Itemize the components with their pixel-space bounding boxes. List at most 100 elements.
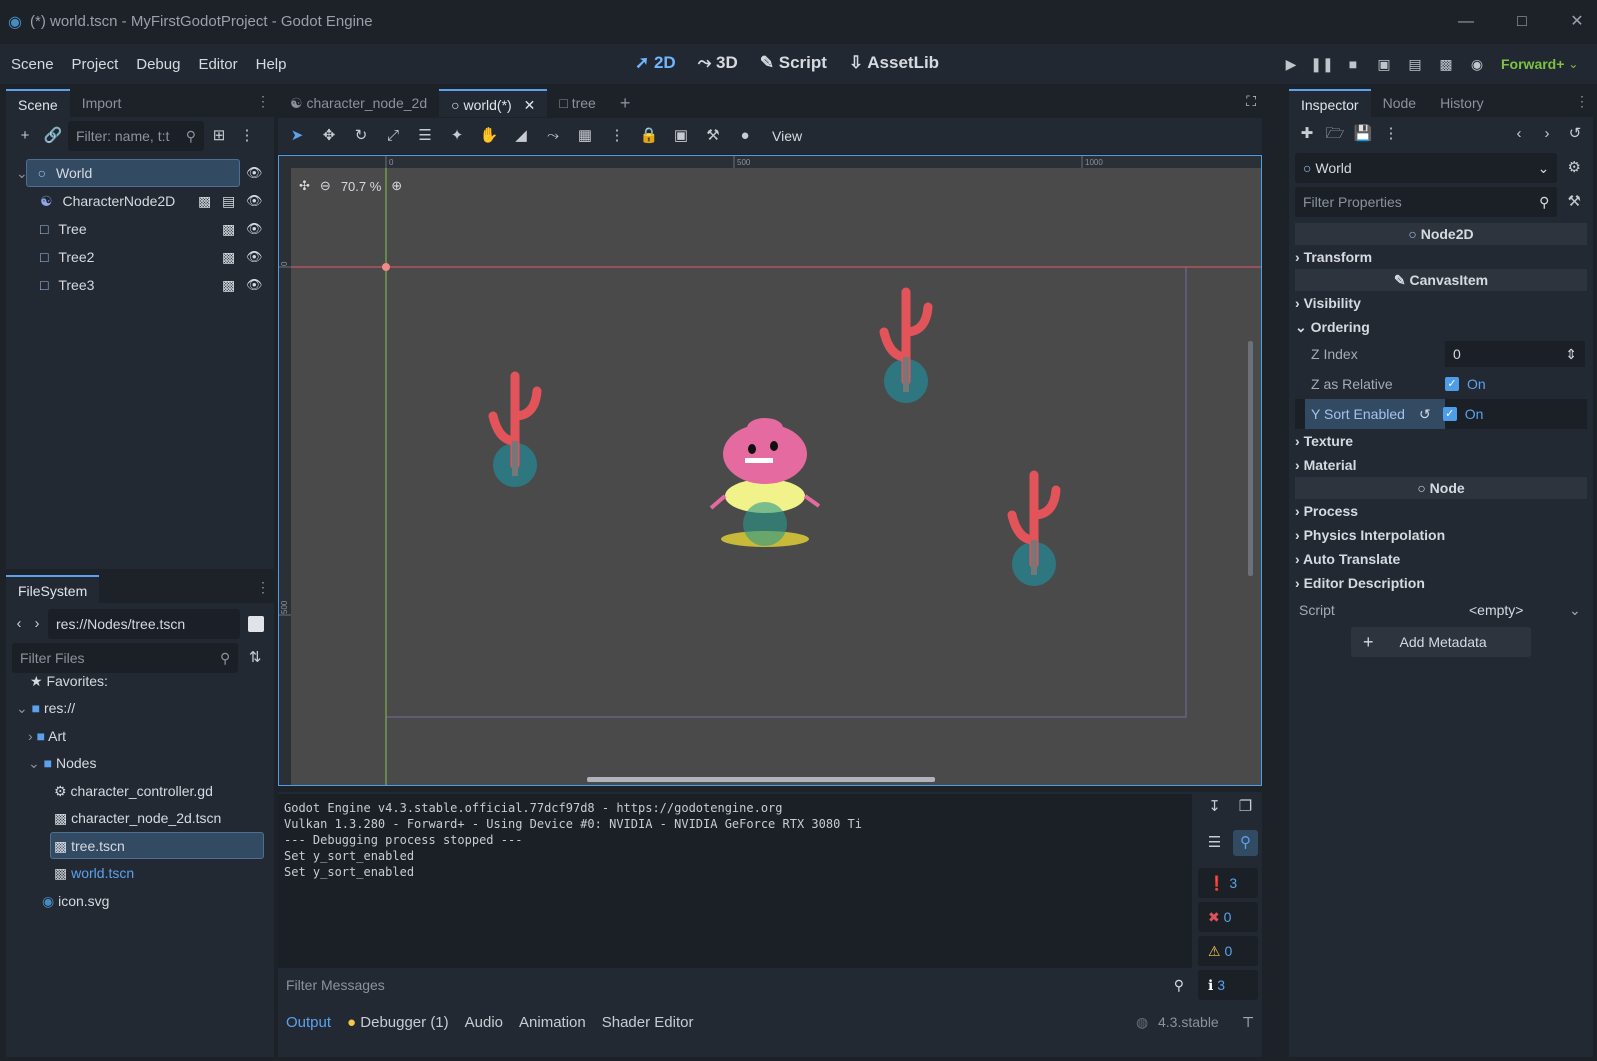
smart-snap-icon[interactable]: ⤳	[540, 123, 566, 149]
clear-log-icon[interactable]: ↧	[1202, 794, 1227, 820]
lock-icon[interactable]: 🔒	[636, 123, 662, 149]
tab-world[interactable]: ○ world(*) ✕	[439, 89, 548, 117]
tab-output[interactable]: Output	[286, 1014, 331, 1031]
mode-assetlib-button[interactable]: ⇩ AssetLib	[849, 53, 939, 73]
play-scene-icon[interactable]: ▤	[1402, 51, 1428, 77]
play-icon[interactable]: ▶	[1278, 51, 1304, 77]
menu-editor[interactable]: Editor	[198, 56, 237, 73]
section-ordering[interactable]: ⌄ Ordering	[1295, 315, 1587, 339]
y-sort-checkbox[interactable]: ✓	[1442, 407, 1457, 421]
kebab-menu-icon[interactable]: ⋮	[234, 123, 260, 149]
tools-icon[interactable]: ⚒	[1561, 189, 1587, 215]
instance-scene-icon[interactable]: ⊞	[206, 123, 232, 149]
kebab-menu-icon[interactable]: ⋮	[1379, 121, 1403, 147]
section-auto-translate[interactable]: › Auto Translate	[1295, 547, 1587, 571]
move-mode-icon[interactable]: ✥	[316, 123, 342, 149]
tab-debugger[interactable]: ● Debugger (1)	[347, 1014, 449, 1031]
errors-count-button[interactable]: ✖ 0	[1198, 902, 1258, 932]
mode-script-button[interactable]: ✎ Script	[760, 53, 827, 73]
tree-node-characternode2d[interactable]: ☯ CharacterNode2D ▩ ▤ 👁	[40, 187, 266, 215]
clapperboard-icon[interactable]: ▩	[222, 271, 235, 299]
scene-filter-input[interactable]: Filter: name, t:t	[76, 121, 169, 151]
section-process[interactable]: › Process	[1295, 499, 1587, 523]
eye-icon[interactable]: 👁	[246, 159, 263, 187]
file-icon-svg[interactable]: ◉ icon.svg	[42, 887, 109, 915]
tree-node-tree2[interactable]: □ Tree2 ▩ 👁	[40, 243, 266, 271]
new-resource-icon[interactable]: ✚	[1295, 121, 1319, 147]
close-icon[interactable]: ✕	[1565, 10, 1589, 34]
section-texture[interactable]: › Texture	[1295, 429, 1587, 453]
tab-shader-editor[interactable]: Shader Editor	[602, 1014, 694, 1031]
object-history-icon[interactable]: ↺	[1563, 121, 1587, 147]
horizontal-scrollbar[interactable]	[587, 777, 935, 782]
section-editor-description[interactable]: › Editor Description	[1295, 571, 1587, 595]
mode-3d-button[interactable]: ⤳ 3D	[698, 53, 738, 73]
pivot-icon[interactable]: ✦	[444, 123, 470, 149]
tab-tree[interactable]: □ tree	[547, 89, 607, 117]
stop-icon[interactable]: ■	[1340, 51, 1366, 77]
zoom-level[interactable]: 70.7 %	[341, 179, 381, 194]
movie-maker-icon[interactable]: ◉	[1464, 51, 1490, 77]
tree-node-tree[interactable]: □ Tree ▩ 👁	[40, 215, 266, 243]
eye-icon[interactable]: 👁	[246, 243, 263, 271]
search-toggle-icon[interactable]: ⚲	[1233, 830, 1258, 856]
kebab-menu-icon[interactable]: ⋮	[256, 579, 270, 596]
clapperboard-icon[interactable]: ▩	[198, 187, 211, 215]
close-tab-icon[interactable]: ✕	[524, 97, 536, 113]
toggle-split-icon[interactable]	[248, 616, 264, 632]
grid-snap-icon[interactable]: ▦	[572, 123, 598, 149]
maximize-icon[interactable]: □	[1510, 10, 1534, 34]
section-physics-interpolation[interactable]: › Physics Interpolation	[1295, 523, 1587, 547]
tab-animation[interactable]: Animation	[519, 1014, 586, 1031]
add-node-icon[interactable]: +	[12, 123, 38, 149]
tab-node[interactable]: Node	[1371, 89, 1428, 117]
tab-audio[interactable]: Audio	[465, 1014, 503, 1031]
filter-properties-input[interactable]: Filter Properties ⚲	[1295, 187, 1558, 217]
eye-icon[interactable]: 👁	[246, 215, 263, 243]
filter-messages-input[interactable]: Filter Messages ⚲	[278, 970, 1192, 1000]
ruler-icon[interactable]: ◢	[508, 123, 534, 149]
script-value[interactable]: <empty>	[1469, 595, 1569, 625]
fullscreen-icon[interactable]: ⛶	[1246, 93, 1256, 110]
tree-node-world[interactable]: ⌄ ○ World 👁	[16, 159, 266, 187]
back-icon[interactable]: ‹	[12, 611, 26, 637]
open-folder-icon[interactable]: 🗁	[1323, 121, 1347, 147]
renderer-select[interactable]: Forward+	[1501, 56, 1564, 72]
zoom-in-icon[interactable]: ⊕	[391, 178, 402, 194]
kebab-menu-icon[interactable]: ⋮	[604, 123, 630, 149]
menu-scene[interactable]: Scene	[11, 56, 54, 73]
tree-node-tree3[interactable]: □ Tree3 ▩ 👁	[40, 271, 266, 299]
remote-debug-icon[interactable]: ▣	[1371, 51, 1397, 77]
warnings-count-button[interactable]: ⚠ 0	[1198, 936, 1258, 966]
group-icon[interactable]: ▣	[668, 123, 694, 149]
tab-filesystem[interactable]: FileSystem	[6, 575, 100, 603]
section-material[interactable]: › Material	[1295, 453, 1587, 477]
folder-res[interactable]: ⌄ ■ res://	[16, 694, 75, 722]
tab-scene[interactable]: Scene	[6, 89, 70, 117]
revert-icon[interactable]: ↺	[1419, 399, 1431, 429]
file-tree-tscn[interactable]: ▩ tree.tscn	[54, 832, 125, 860]
expand-panel-icon[interactable]: ⊤	[1242, 1014, 1254, 1031]
pause-icon[interactable]: ❚❚	[1309, 51, 1335, 77]
script-icon[interactable]: ▤	[222, 187, 235, 215]
vertical-scrollbar[interactable]	[1248, 341, 1253, 576]
collapse-icon[interactable]: ☰	[1202, 830, 1227, 856]
play-custom-scene-icon[interactable]: ▩	[1433, 51, 1459, 77]
file-character-controller[interactable]: ⚙ character_controller.gd	[54, 777, 213, 805]
folder-art[interactable]: › ■ Art	[28, 722, 66, 750]
override-camera-icon[interactable]: ●	[732, 123, 758, 149]
path-input[interactable]: res://Nodes/tree.tscn	[48, 609, 240, 639]
file-world-tscn[interactable]: ▩ world.tscn	[54, 859, 134, 887]
folder-nodes[interactable]: ⌄ ■ Nodes	[28, 749, 96, 777]
add-tab-icon[interactable]: +	[608, 89, 643, 117]
eye-icon[interactable]: 👁	[246, 271, 263, 299]
node-info-icon[interactable]: ⚙	[1561, 155, 1587, 181]
minimize-icon[interactable]: —	[1454, 10, 1478, 34]
sort-icon[interactable]: ⇅	[242, 645, 268, 671]
tab-import[interactable]: Import	[70, 89, 134, 117]
section-transform[interactable]: › Transform	[1295, 245, 1587, 269]
pan-icon[interactable]: ✋	[476, 123, 502, 149]
z-relative-checkbox[interactable]: ✓	[1445, 377, 1459, 391]
z-index-spinbox[interactable]: 0 ⇕	[1445, 341, 1585, 367]
favorites-item[interactable]: ★ Favorites:	[30, 667, 108, 695]
